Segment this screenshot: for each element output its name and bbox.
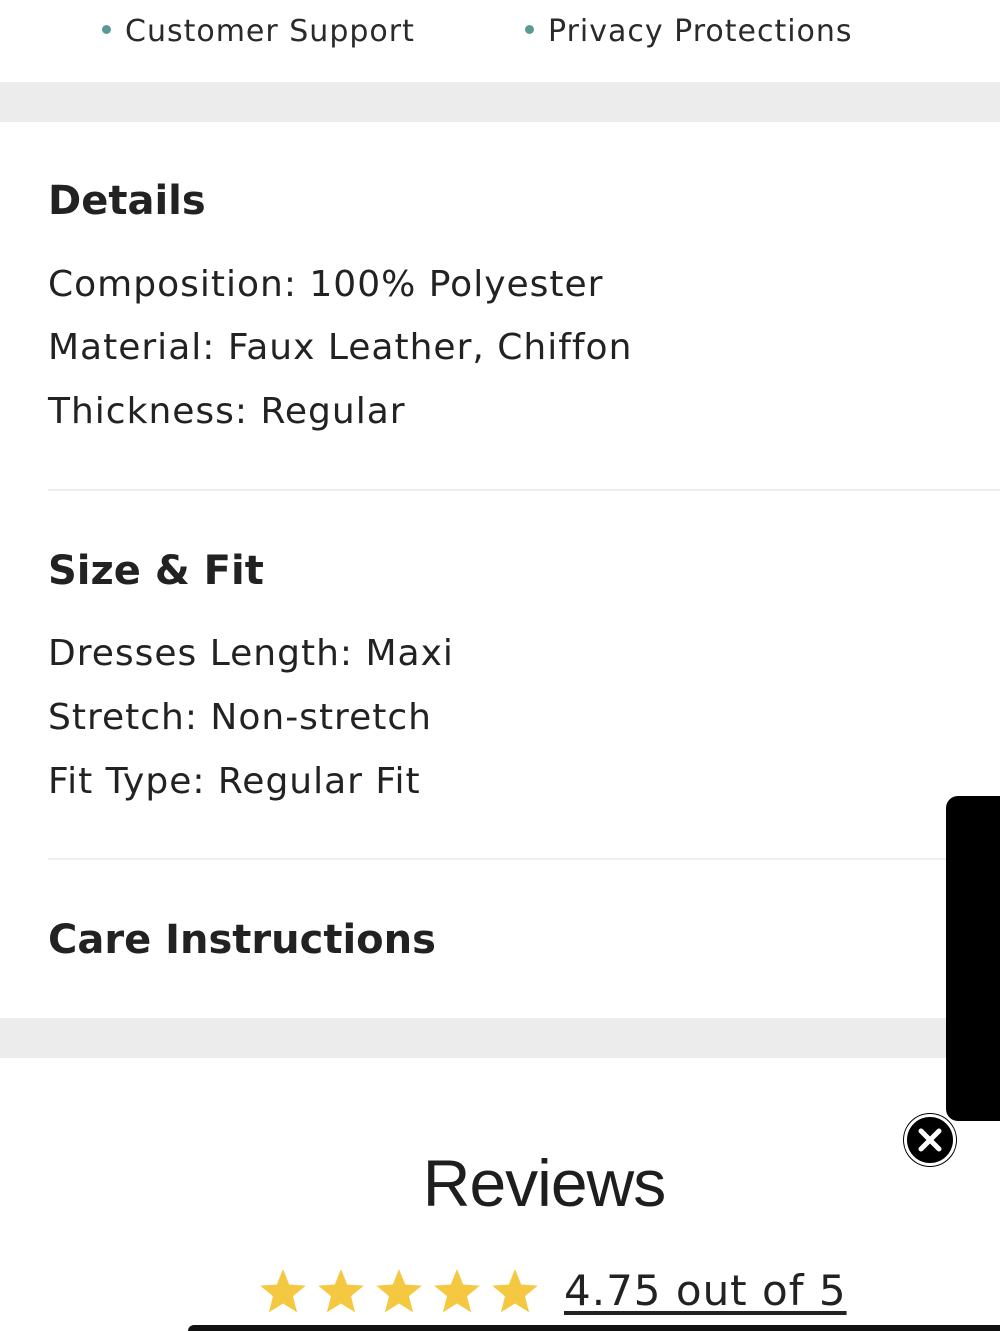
- service-bullets: Customer Support Privacy Protections: [0, 0, 1000, 82]
- star-icon: [434, 1269, 480, 1313]
- care-instructions-heading[interactable]: Care Instructions: [48, 917, 436, 963]
- divider: [48, 489, 1000, 491]
- customer-support-label: Customer Support: [125, 14, 415, 49]
- star-rating: [260, 1269, 538, 1313]
- privacy-protections-label: Privacy Protections: [548, 14, 853, 49]
- divider: [48, 858, 1000, 860]
- size-fit-heading[interactable]: Size & Fit: [48, 548, 264, 594]
- section-separator: [0, 1018, 1000, 1058]
- star-icon: [492, 1269, 538, 1313]
- bottom-sheet-edge: [188, 1325, 1000, 1331]
- product-page: Customer Support Privacy Protections Det…: [0, 0, 1000, 1331]
- size-fit-line-fit-type: Fit Type: Regular Fit: [48, 761, 421, 802]
- customer-support-bullet: Customer Support: [102, 14, 415, 49]
- floating-side-tab[interactable]: [946, 796, 1000, 1121]
- size-fit-line-length: Dresses Length: Maxi: [48, 633, 454, 674]
- details-line-thickness: Thickness: Regular: [48, 391, 406, 432]
- details-line-material: Material: Faux Leather, Chiffon: [48, 327, 633, 368]
- rating-link[interactable]: 4.75 out of 5: [564, 1266, 847, 1315]
- star-icon: [318, 1269, 364, 1313]
- privacy-protections-bullet: Privacy Protections: [525, 14, 853, 49]
- bullet-dot-icon: [102, 25, 111, 34]
- star-icon: [376, 1269, 422, 1313]
- star-icon: [260, 1269, 306, 1313]
- bullet-dot-icon: [525, 25, 534, 34]
- size-fit-line-stretch: Stretch: Non-stretch: [48, 697, 432, 738]
- details-line-composition: Composition: 100% Polyester: [48, 264, 604, 305]
- details-heading: Details: [48, 178, 206, 224]
- section-separator: [0, 82, 1000, 122]
- reviews-heading: Reviews: [422, 1146, 666, 1220]
